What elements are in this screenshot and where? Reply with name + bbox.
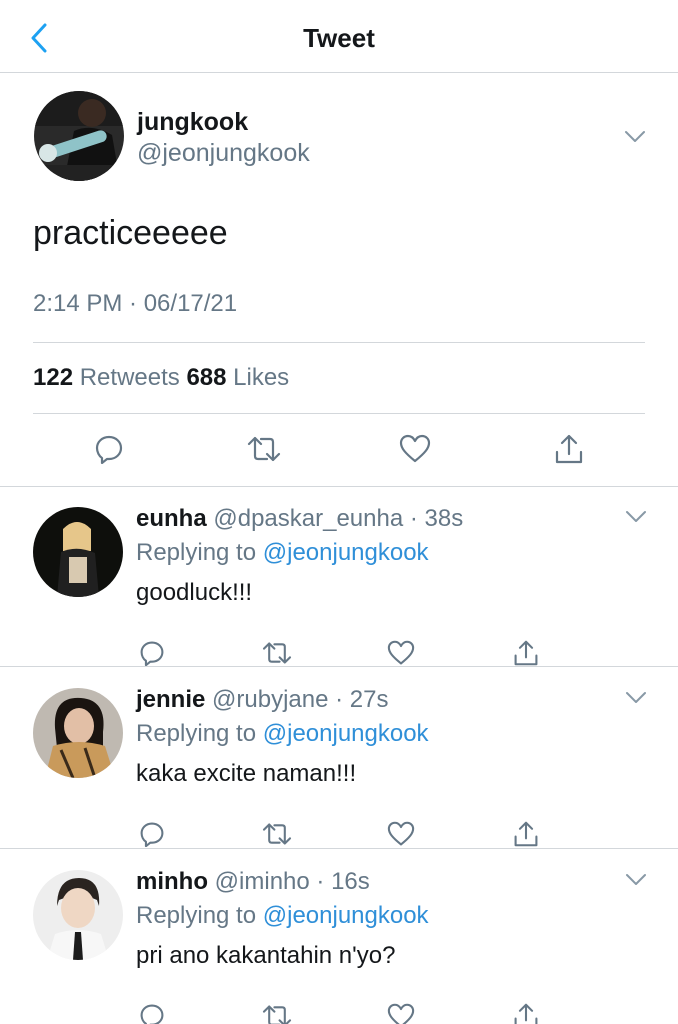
reply-button[interactable] <box>137 1001 167 1024</box>
main-tweet: jungkook @jeonjungkook practiceeeee 2:14… <box>0 74 678 487</box>
like-button[interactable] <box>386 819 416 849</box>
replying-to-label: Replying to <box>136 539 257 566</box>
mention-link[interactable]: @jeonjungkook <box>263 902 429 929</box>
avatar[interactable] <box>33 688 123 778</box>
avatar[interactable] <box>33 870 123 960</box>
reply-author-handle[interactable]: @rubyjane <box>212 686 328 713</box>
chevron-down-icon <box>624 130 646 143</box>
replying-to: Replying to @jeonjungkook <box>136 901 429 931</box>
like-button[interactable] <box>386 638 416 668</box>
reply-icon <box>94 434 124 464</box>
like-count[interactable]: 688 <box>186 364 226 391</box>
retweets-label[interactable]: Retweets <box>80 364 180 391</box>
share-icon <box>513 1002 539 1024</box>
tweet-stats: 122 Retweets 688 Likes <box>33 363 289 393</box>
replying-to: Replying to @jeonjungkook <box>136 538 429 568</box>
reply-time: 38s <box>424 505 464 532</box>
reply-button[interactable] <box>137 819 167 849</box>
retweet-button[interactable] <box>247 432 281 466</box>
likes-label[interactable]: Likes <box>233 364 289 391</box>
reply-icon <box>139 821 165 847</box>
avatar[interactable] <box>33 507 123 597</box>
replying-to-label: Replying to <box>136 720 257 747</box>
like-button[interactable] <box>386 1001 416 1024</box>
heart-icon <box>387 1003 415 1024</box>
reply-text: goodluck!!! <box>136 579 253 606</box>
retweet-count[interactable]: 122 <box>33 364 73 391</box>
reply-text: pri ano kakantahin n'yo? <box>136 942 396 969</box>
chevron-down-icon <box>625 510 647 523</box>
retweet-icon <box>262 1003 292 1024</box>
reply-icon <box>139 640 165 666</box>
reply-text: kaka excite naman!!! <box>136 760 357 787</box>
page-title: Tweet <box>303 23 375 53</box>
divider <box>33 413 645 414</box>
reply-button[interactable] <box>137 638 167 668</box>
more-options-button[interactable] <box>623 128 647 144</box>
reply-author-name[interactable]: jennie <box>136 686 205 713</box>
mention-link[interactable]: @jeonjungkook <box>263 539 429 566</box>
retweet-icon <box>262 821 292 847</box>
reply-icon <box>139 1003 165 1024</box>
retweet-button[interactable] <box>262 638 292 668</box>
share-button[interactable] <box>552 432 586 466</box>
tweet-timestamp: 2:14 PM · 06/17/21 <box>33 290 238 317</box>
share-button[interactable] <box>511 638 541 668</box>
reply-time: 27s <box>349 686 389 713</box>
reply-header: minho @iminho · 16s <box>136 868 370 895</box>
reply-time: 16s <box>331 868 370 895</box>
more-options-button[interactable] <box>624 508 648 524</box>
heart-icon <box>387 640 415 666</box>
reply-header: jennie @rubyjane · 27s <box>136 686 389 713</box>
avatar[interactable] <box>34 91 124 181</box>
mention-link[interactable]: @jeonjungkook <box>263 720 429 747</box>
share-button[interactable] <box>511 1001 541 1024</box>
more-options-button[interactable] <box>624 871 648 887</box>
reply-author-name[interactable]: minho <box>136 868 208 895</box>
reply-tweet[interactable]: jennie @rubyjane · 27s Replying to @jeon… <box>0 668 678 849</box>
reply-button[interactable] <box>92 432 126 466</box>
share-icon <box>513 639 539 667</box>
chevron-down-icon <box>625 691 647 704</box>
tweet-text: practiceeeee <box>33 214 228 252</box>
share-button[interactable] <box>511 819 541 849</box>
author-name[interactable]: jungkook <box>137 107 248 137</box>
share-icon <box>513 820 539 848</box>
heart-icon <box>387 821 415 847</box>
retweet-icon <box>262 640 292 666</box>
retweet-button[interactable] <box>262 819 292 849</box>
more-options-button[interactable] <box>624 689 648 705</box>
reply-header: eunha @dpaskar_eunha · 38s <box>136 505 464 532</box>
divider <box>33 342 645 343</box>
reply-author-handle[interactable]: @iminho <box>215 868 310 895</box>
reply-author-name[interactable]: eunha <box>136 505 207 532</box>
reply-tweet[interactable]: minho @iminho · 16s Replying to @jeonjun… <box>0 850 678 1024</box>
reply-tweet[interactable]: eunha @dpaskar_eunha · 38s Replying to @… <box>0 487 678 667</box>
reply-author-handle[interactable]: @dpaskar_eunha <box>213 505 403 532</box>
retweet-button[interactable] <box>262 1001 292 1024</box>
heart-icon <box>399 434 431 464</box>
share-icon <box>554 433 584 465</box>
like-button[interactable] <box>398 432 432 466</box>
retweet-icon <box>247 434 281 464</box>
replying-to: Replying to @jeonjungkook <box>136 719 429 749</box>
author-handle[interactable]: @jeonjungkook <box>137 138 310 168</box>
replying-to-label: Replying to <box>136 902 257 929</box>
top-nav-bar: Tweet <box>0 0 678 73</box>
chevron-down-icon <box>625 873 647 886</box>
